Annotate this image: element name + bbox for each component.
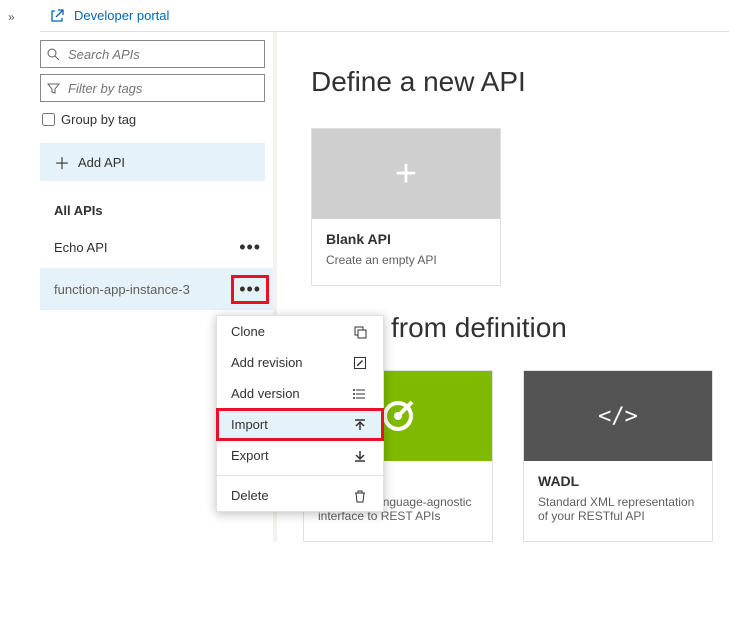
- list-icon: [353, 387, 369, 401]
- menu-label: Add version: [231, 386, 300, 401]
- menu-label: Clone: [231, 324, 265, 339]
- add-api-label: Add API: [78, 155, 125, 170]
- export-icon: [353, 449, 369, 463]
- api-item-label: function-app-instance-3: [54, 282, 190, 297]
- external-link-icon: [50, 9, 64, 23]
- api-item-label: Echo API: [54, 240, 107, 255]
- filter-icon: [47, 82, 60, 95]
- plus-icon: ＋: [54, 150, 70, 174]
- search-icon: [47, 48, 60, 61]
- edit-icon: [353, 356, 369, 370]
- filter-tags-field[interactable]: [40, 74, 265, 102]
- tile-wadl[interactable]: </> WADL Standard XML representation of …: [523, 370, 713, 542]
- clone-icon: [353, 325, 369, 339]
- tile-desc: Standard XML representation of your REST…: [538, 495, 694, 523]
- api-item-function-app[interactable]: function-app-instance-3 •••: [40, 268, 273, 310]
- expand-sidebar-button[interactable]: »: [8, 10, 15, 24]
- menu-add-version[interactable]: Add version: [217, 378, 383, 409]
- tile-title: WADL: [538, 473, 698, 489]
- more-icon[interactable]: •••: [233, 277, 267, 302]
- more-icon[interactable]: •••: [233, 235, 267, 260]
- search-apis-input[interactable]: [66, 46, 258, 63]
- tile-blank-api[interactable]: + Blank API Create an empty API: [311, 128, 501, 286]
- menu-label: Import: [231, 417, 268, 432]
- menu-add-revision[interactable]: Add revision: [217, 347, 383, 378]
- add-api-button[interactable]: ＋ Add API: [40, 143, 265, 181]
- api-context-menu: Clone Add revision Add version Import Ex…: [216, 315, 384, 512]
- menu-label: Add revision: [231, 355, 303, 370]
- delete-icon: [353, 489, 369, 503]
- page-title: Define a new API: [311, 66, 713, 98]
- plus-icon: +: [395, 153, 417, 196]
- menu-export[interactable]: Export: [217, 440, 383, 471]
- all-apis-heading[interactable]: All APIs: [40, 195, 273, 226]
- tile-title: Blank API: [326, 231, 486, 247]
- search-apis-field[interactable]: [40, 40, 265, 68]
- from-definition-heading: from definition: [391, 312, 713, 344]
- import-icon: [353, 418, 369, 432]
- menu-separator: [217, 475, 383, 476]
- menu-import[interactable]: Import: [217, 409, 383, 440]
- tile-wadl-graphic: </>: [524, 371, 712, 461]
- menu-delete[interactable]: Delete: [217, 480, 383, 511]
- tile-blank-api-graphic: +: [312, 129, 500, 219]
- filter-tags-input[interactable]: [66, 80, 258, 97]
- tile-desc: Create an empty API: [326, 253, 437, 267]
- group-by-tag-checkbox[interactable]: [42, 113, 55, 126]
- developer-portal-link[interactable]: Developer portal: [74, 8, 169, 23]
- openapi-icon: [378, 396, 418, 436]
- group-by-tag-label: Group by tag: [61, 112, 136, 127]
- top-bar: Developer portal: [40, 0, 729, 32]
- code-icon: </>: [598, 404, 638, 429]
- api-item-echo[interactable]: Echo API •••: [40, 226, 273, 268]
- menu-label: Delete: [231, 488, 269, 503]
- menu-label: Export: [231, 448, 269, 463]
- menu-clone[interactable]: Clone: [217, 316, 383, 347]
- group-by-tag-row[interactable]: Group by tag: [40, 108, 273, 137]
